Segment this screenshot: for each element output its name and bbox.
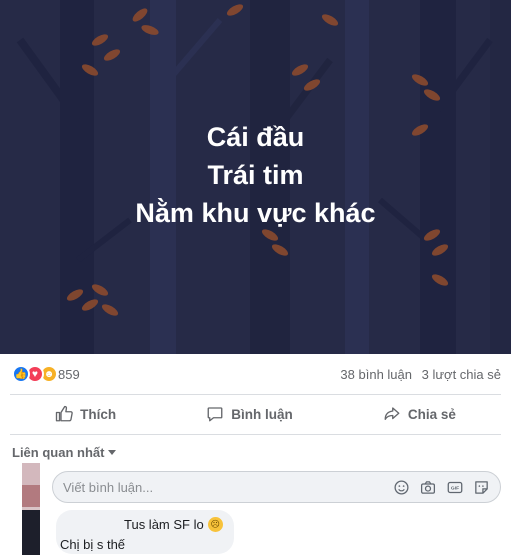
avatar-strip [22, 485, 40, 507]
reaction-count: 859 [58, 366, 80, 382]
reaction-icons: 👍 ♥ ☻ [12, 365, 58, 383]
post-actions: Thích Bình luận Chia sẻ [10, 396, 501, 432]
like-button[interactable]: Thích [55, 405, 116, 423]
stats-right: 38 bình luận 3 lượt chia sẻ [334, 367, 501, 382]
comment-button[interactable]: Bình luận [206, 405, 293, 423]
divider [10, 394, 501, 395]
composer-icons: GIF [393, 479, 490, 496]
thumbs-up-icon [55, 405, 73, 422]
share-button[interactable]: Chia sẻ [383, 405, 456, 423]
comment-text: Tus làm SF lo ☹ [124, 517, 223, 532]
caption-line: Trái tim [207, 160, 304, 190]
avatar-strip [22, 463, 40, 485]
caption-line: Cái đầu [206, 122, 305, 152]
comment-icon [207, 407, 223, 422]
post-caption: Cái đầu Trái tim Nằm khu vực khác [0, 118, 511, 232]
reactions-summary[interactable]: 👍 ♥ ☻ 859 [12, 365, 80, 383]
comment-reply-preview: Chị bị s thế [60, 537, 126, 552]
like-icon: 👍 [12, 365, 30, 383]
comment-sort-dropdown[interactable]: Liên quan nhất [12, 445, 117, 460]
emoji-icon[interactable] [393, 479, 410, 496]
divider [10, 434, 501, 435]
comment-composer[interactable]: Viết bình luận... GIF [52, 471, 501, 503]
sort-label: Liên quan nhất [12, 445, 105, 460]
comment-input[interactable]: Viết bình luận... [63, 480, 393, 495]
share-icon [384, 407, 400, 420]
gif-icon[interactable]: GIF [446, 479, 464, 496]
chevron-down-icon [108, 450, 117, 455]
share-count[interactable]: 3 lượt chia sẻ [422, 367, 501, 382]
post-image[interactable]: Cái đầu Trái tim Nằm khu vực khác [0, 0, 511, 354]
camera-icon[interactable] [419, 479, 437, 496]
svg-text:GIF: GIF [451, 485, 459, 491]
post-stats: 👍 ♥ ☻ 859 38 bình luận 3 lượt chia sẻ [0, 356, 511, 392]
caption-line: Nằm khu vực khác [135, 198, 376, 228]
comment-count[interactable]: 38 bình luận [340, 367, 412, 382]
comment-body: Tus làm SF lo [124, 517, 204, 532]
like-label: Thích [80, 406, 117, 422]
comment-label: Bình luận [231, 406, 293, 422]
sad-emoji-icon: ☹ [207, 517, 223, 532]
share-label: Chia sẻ [407, 406, 456, 422]
sticker-icon[interactable] [473, 479, 490, 496]
avatar[interactable] [22, 510, 40, 555]
